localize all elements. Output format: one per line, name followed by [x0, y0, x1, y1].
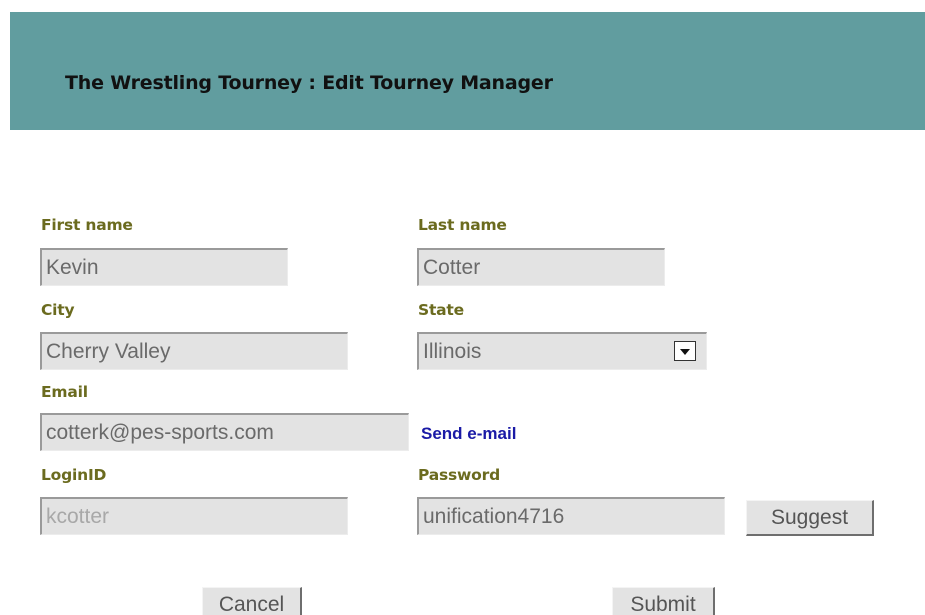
city-label: City: [41, 301, 75, 319]
email-field[interactable]: cotterk@pes-sports.com: [40, 413, 409, 451]
state-selected-value: Illinois: [423, 340, 482, 363]
last-name-field[interactable]: Cotter: [417, 248, 665, 286]
first-name-label: First name: [41, 216, 133, 234]
email-label: Email: [41, 383, 88, 401]
edit-tourney-manager-page: The Wrestling Tourney : Edit Tourney Man…: [0, 0, 925, 615]
header-bar: [10, 12, 925, 130]
chevron-down-icon[interactable]: [674, 341, 696, 361]
page-title: The Wrestling Tourney : Edit Tourney Man…: [65, 72, 553, 94]
cancel-button[interactable]: Cancel: [202, 587, 302, 615]
suggest-password-button[interactable]: Suggest: [746, 500, 874, 536]
first-name-field[interactable]: Kevin: [40, 248, 288, 286]
last-name-label: Last name: [418, 216, 507, 234]
password-field[interactable]: unification4716: [417, 497, 725, 535]
send-email-link[interactable]: Send e-mail: [421, 424, 516, 444]
state-select[interactable]: Illinois: [417, 332, 707, 370]
login-id-field: kcotter: [40, 497, 348, 535]
password-label: Password: [418, 466, 500, 484]
submit-button[interactable]: Submit: [612, 587, 715, 615]
state-label: State: [418, 301, 464, 319]
city-field[interactable]: Cherry Valley: [40, 332, 348, 370]
login-id-label: LoginID: [41, 466, 107, 484]
dropdown-arrow: [680, 349, 690, 355]
